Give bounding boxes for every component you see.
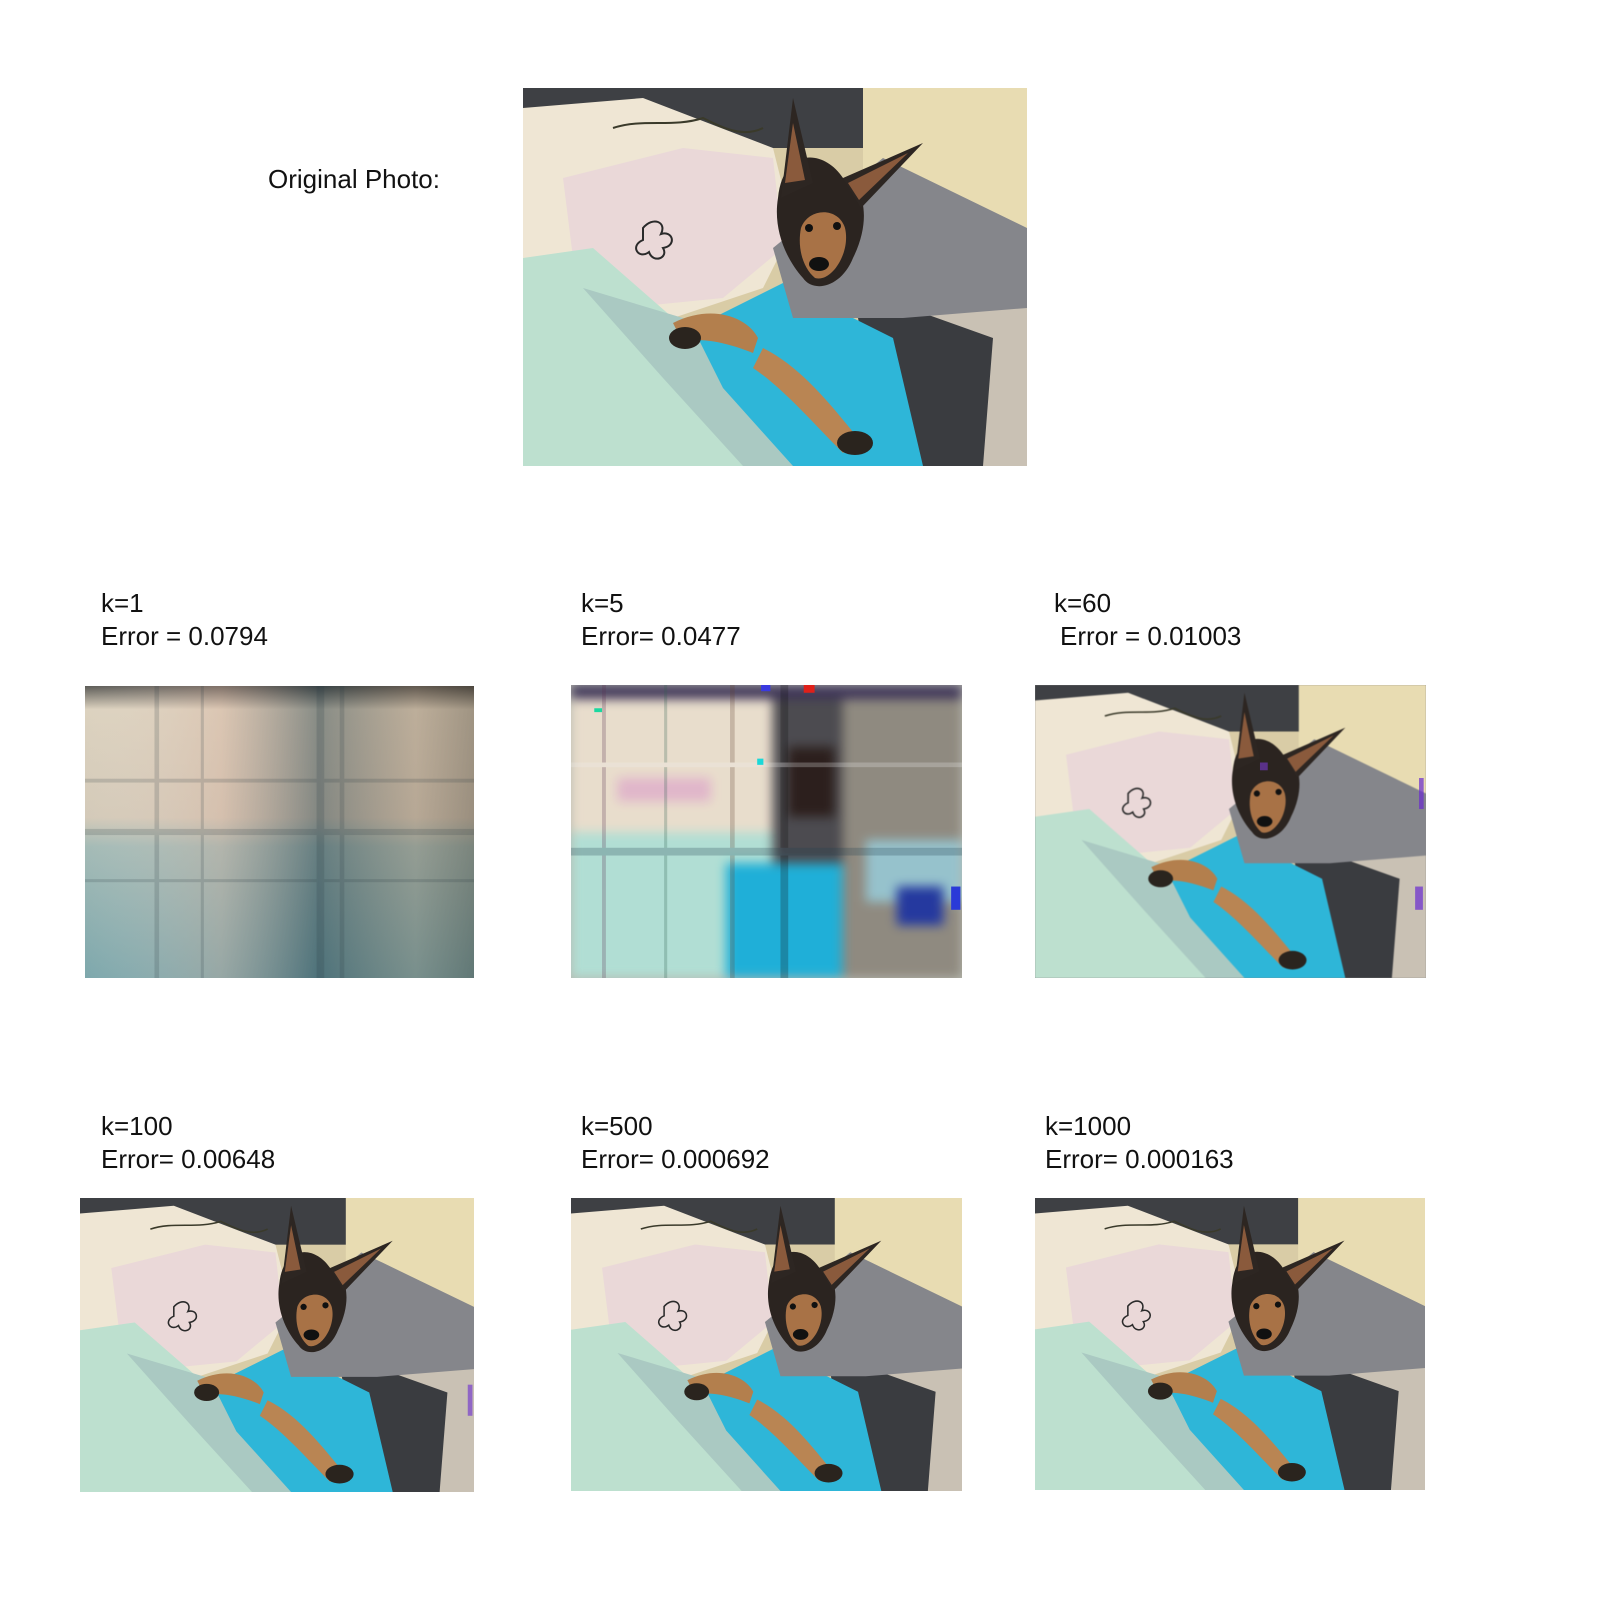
- reconstruction-image: [85, 686, 474, 978]
- original-photo-label: Original Photo:: [268, 164, 440, 194]
- reconstruction-image: [571, 685, 962, 978]
- rank-5-svd-image: [571, 685, 962, 978]
- panel-error-label: Error= 0.0477: [581, 621, 741, 651]
- panel-error-label: Error = 0.01003: [1060, 621, 1242, 651]
- panel-k-label: k=60: [1054, 588, 1112, 618]
- panel-k-label: k=5: [581, 588, 624, 618]
- rank-1000-svd-image: [1035, 1198, 1425, 1490]
- panel-error-label: Error = 0.0794: [101, 621, 268, 651]
- panel-error-label: Error= 0.000163: [1045, 1144, 1234, 1174]
- panel-error-label: Error= 0.000692: [581, 1144, 770, 1174]
- rank-500-svd-image: [571, 1198, 962, 1491]
- original-photo-image: [523, 88, 1027, 466]
- panel-k-label: k=1000: [1045, 1111, 1132, 1141]
- rank-1-svd-image: [85, 686, 474, 978]
- reconstruction-image: [1035, 1198, 1425, 1490]
- rank-60-svd-image: [1035, 685, 1426, 978]
- rank-100-svd-image: [80, 1198, 474, 1492]
- panel-error-label: Error= 0.00648: [101, 1144, 276, 1174]
- panel-k-label: k=500: [581, 1111, 653, 1141]
- panel-k-label: k=1: [101, 588, 144, 618]
- reconstruction-image: [1035, 685, 1426, 978]
- reconstruction-image: [571, 1198, 962, 1491]
- original-photo: [523, 88, 1027, 466]
- panel-k-label: k=100: [101, 1111, 173, 1141]
- reconstruction-image: [80, 1198, 474, 1492]
